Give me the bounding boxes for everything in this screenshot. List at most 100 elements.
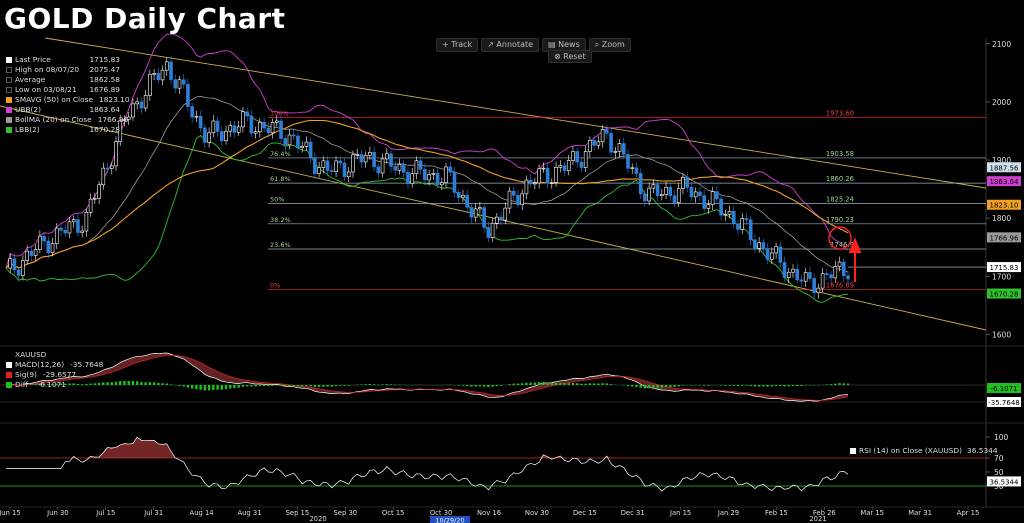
candle-body xyxy=(829,274,833,279)
macd-histogram-bar xyxy=(275,385,278,386)
candle-body xyxy=(228,125,233,132)
candle-body xyxy=(803,272,808,282)
macd-histogram-bar xyxy=(537,382,541,385)
macd-histogram-bar xyxy=(664,385,668,388)
candle-body xyxy=(211,120,216,134)
candle-body xyxy=(786,271,791,278)
candle-body xyxy=(258,122,262,133)
x-tick-label: Nov 16 xyxy=(477,509,501,517)
macd-histogram-bar xyxy=(601,383,604,385)
price-tag-text: 1715.83 xyxy=(990,264,1019,272)
macd-histogram-bar xyxy=(626,385,630,387)
macd-histogram-bar xyxy=(592,383,596,385)
candle-body xyxy=(757,242,761,249)
fib-percent-label: 76.4% xyxy=(270,150,291,158)
candle-body xyxy=(566,160,571,171)
fib-value-label: 1676.89 xyxy=(826,282,854,290)
candle-body xyxy=(846,275,850,280)
lbb-line xyxy=(5,134,849,303)
macd-histogram-bar xyxy=(783,385,786,387)
candle-body xyxy=(719,198,723,216)
candle-body xyxy=(537,168,541,184)
legend_main-value: 1823.10 xyxy=(99,95,130,104)
chart-window: 1600 1700 1800 1900 2000 2100 Jun 15 Jun 30 Jul … xyxy=(0,0,1024,523)
candle-body xyxy=(385,153,389,160)
macd-histogram-bar xyxy=(233,385,236,389)
track-button[interactable]: + Track xyxy=(436,38,479,52)
macd-histogram-bar xyxy=(842,383,845,385)
macd-histogram-bar xyxy=(72,383,75,385)
candle-body xyxy=(799,279,804,282)
price-tag-text: 1863.64 xyxy=(990,178,1019,186)
macd-histogram-bar xyxy=(749,385,752,387)
candle-body xyxy=(837,261,842,267)
candle-body xyxy=(93,198,97,200)
macd-histogram-bar xyxy=(559,382,562,385)
macd-histogram-bar xyxy=(584,383,587,385)
macd-histogram-bar xyxy=(292,385,295,386)
legend_main-label: SMAVG (50) on Close xyxy=(15,95,93,104)
macd-histogram-bar xyxy=(495,385,499,387)
candle-body xyxy=(181,79,186,85)
candle-body xyxy=(715,191,719,200)
macd-tag: -35.7648 xyxy=(987,397,1021,407)
macd-histogram-bar xyxy=(677,385,680,387)
candle-body xyxy=(795,268,800,281)
macd-histogram-bar xyxy=(571,382,575,385)
macd-histogram-bar xyxy=(529,382,532,385)
candle-body xyxy=(808,272,812,279)
macd-histogram-bar xyxy=(271,385,274,386)
macd-histogram-bar xyxy=(812,385,816,386)
macd-histogram-bar xyxy=(106,382,109,385)
fib-percent-label: 23.6% xyxy=(270,241,291,249)
annotate-button[interactable]: ↗ Annotate xyxy=(481,38,540,52)
annotation-arrow xyxy=(848,237,862,282)
fib-percent-label: 50% xyxy=(270,195,284,203)
legend_main-row: Low on 03/08/21 1676.89 xyxy=(6,85,120,95)
macd-histogram-bar xyxy=(190,385,194,389)
macd-histogram-bar xyxy=(745,385,748,386)
macd-histogram-bar xyxy=(491,385,494,387)
legend_macd-swatch xyxy=(6,362,12,368)
candle-body xyxy=(740,218,745,230)
candle-body xyxy=(431,173,436,175)
candle-body xyxy=(279,120,283,139)
legend_main-swatch xyxy=(6,117,12,123)
legend_main-value: 1863.64 xyxy=(89,105,120,114)
macd-histogram-bar xyxy=(250,385,253,387)
legend_main-swatch xyxy=(6,77,12,83)
candle-body xyxy=(816,287,821,294)
legend_macd-swatch xyxy=(6,352,12,358)
price-tag-text: 1670.28 xyxy=(990,291,1019,299)
candle-body xyxy=(389,153,393,167)
candle-body xyxy=(782,262,787,278)
candle-body xyxy=(702,195,706,209)
macd-histogram-bar xyxy=(660,385,664,388)
macd-histogram-bar xyxy=(554,382,558,385)
fib-percent-label: 100% xyxy=(270,109,289,117)
candle-body xyxy=(723,213,728,216)
gold-chart-svg[interactable]: 160017001800190020002100Jun 15 Jun 30 Jul … xyxy=(0,0,1024,523)
macd-histogram-bar xyxy=(774,385,778,386)
candle-body xyxy=(406,171,410,184)
macd-histogram-bar xyxy=(148,382,152,385)
candle-body xyxy=(109,165,114,169)
macd-histogram-bar xyxy=(800,385,803,387)
candle-body xyxy=(554,167,558,183)
candle-body xyxy=(160,69,165,81)
macd-histogram-bar xyxy=(313,385,317,387)
macd-histogram-bar xyxy=(728,385,731,386)
candle-body xyxy=(186,83,190,107)
candle-body xyxy=(655,184,660,196)
zoom-button[interactable]: ⌕ Zoom xyxy=(588,38,631,52)
macd-histogram-bar xyxy=(605,383,609,385)
candle-body xyxy=(253,131,258,134)
macd-histogram-bar xyxy=(262,385,266,387)
macd-histogram-bar xyxy=(102,382,105,385)
reset-button[interactable]: ⊗ Reset xyxy=(548,50,592,63)
macd-histogram-bar xyxy=(135,381,139,385)
macd-histogram-bar xyxy=(169,384,173,385)
candle-body xyxy=(50,243,55,253)
macd-histogram-bar xyxy=(76,383,80,385)
x-tick-label: Feb 15 xyxy=(765,509,788,517)
